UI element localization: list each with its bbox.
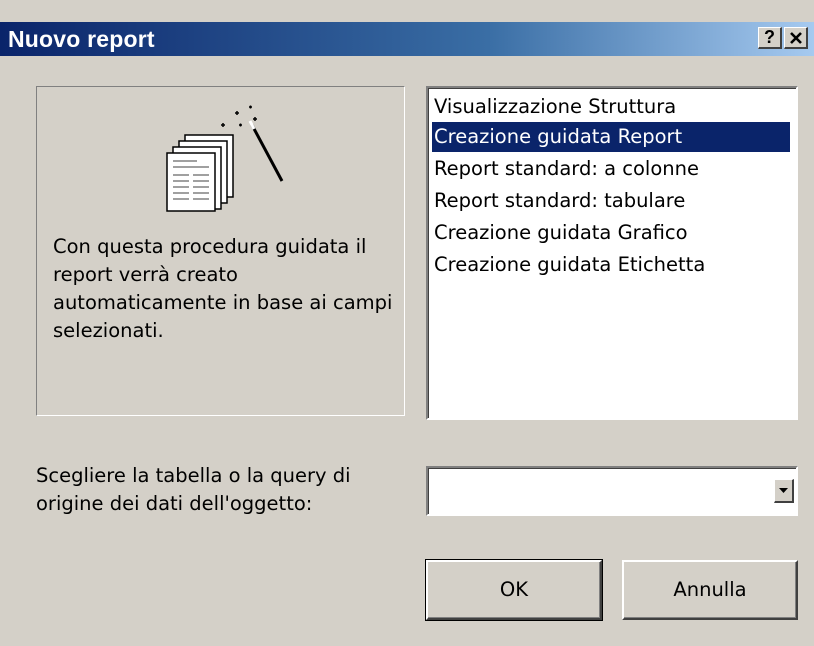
close-icon xyxy=(789,32,802,44)
ok-button[interactable]: OK xyxy=(425,559,603,621)
source-label: Scegliere la tabella o la query di origi… xyxy=(36,464,351,515)
title-bar[interactable]: Nuovo report ? xyxy=(0,22,814,56)
wizard-info-panel: Con questa procedura guidata il report v… xyxy=(36,86,405,416)
chevron-down-icon xyxy=(779,488,788,493)
report-type-list[interactable]: Visualizzazione Struttura Creazione guid… xyxy=(426,86,798,420)
help-button[interactable]: ? xyxy=(758,27,782,49)
close-button[interactable] xyxy=(784,27,808,49)
source-table-combobox[interactable] xyxy=(426,466,798,516)
list-item-autoreport-columnar[interactable]: Report standard: a colonne xyxy=(432,154,701,184)
wizard-description: Con questa procedura guidata il report v… xyxy=(53,235,393,342)
new-report-dialog: Nuovo report ? Con questa procedura guid… xyxy=(0,0,814,646)
window-title: Nuovo report xyxy=(8,26,155,52)
report-wizard-icon xyxy=(166,105,284,212)
cancel-button[interactable]: Annulla xyxy=(622,560,798,620)
list-item-autoreport-tabular[interactable]: Report standard: tabulare xyxy=(432,186,687,216)
list-item-report-wizard[interactable]: Creazione guidata Report xyxy=(431,121,791,153)
list-item-design-view[interactable]: Visualizzazione Struttura xyxy=(432,92,678,122)
list-item-chart-wizard[interactable]: Creazione guidata Grafico xyxy=(432,218,690,248)
list-item-label-wizard[interactable]: Creazione guidata Etichetta xyxy=(432,250,707,280)
combobox-dropdown-button[interactable] xyxy=(774,479,794,503)
